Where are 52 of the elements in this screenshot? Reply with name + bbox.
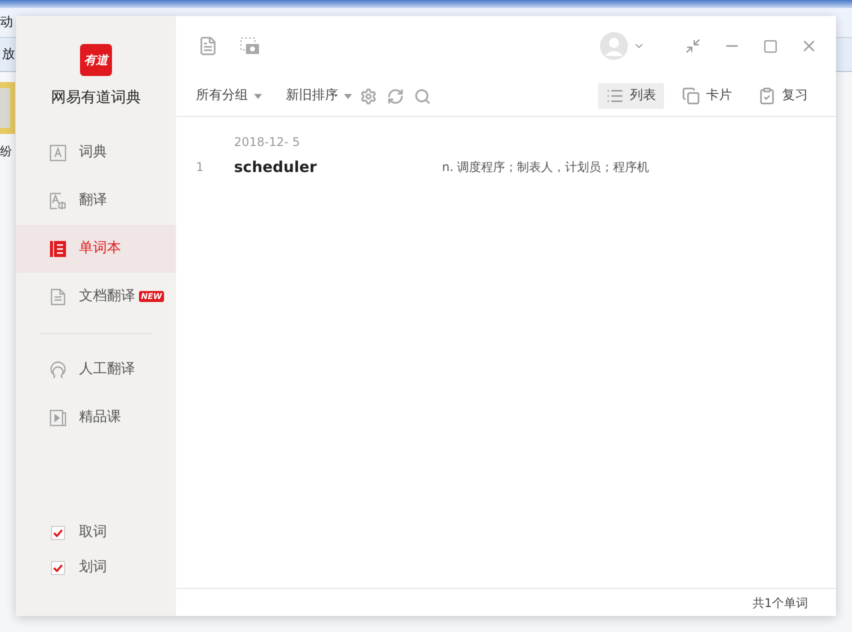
view-tab[interactable]: 复习	[750, 83, 816, 109]
check-icon	[53, 528, 63, 536]
sidebar-item[interactable]: 翻译	[16, 176, 176, 224]
list-icon	[606, 87, 624, 105]
headset-icon	[49, 360, 67, 378]
view-tab[interactable]: 卡片	[674, 83, 740, 109]
translate-icon	[49, 192, 67, 210]
check-icon	[53, 564, 63, 572]
caret-icon	[344, 94, 352, 98]
maximize-icon[interactable]	[763, 38, 778, 54]
sidebar-label: 文档翻译	[79, 287, 135, 306]
clipboard-check-icon	[758, 87, 776, 105]
sidebar-label: 精品课	[79, 408, 121, 427]
app-logo: 有道	[80, 44, 112, 76]
cards-icon	[682, 87, 700, 105]
compact-mode-icon[interactable]	[685, 38, 701, 54]
screenshot-icon[interactable]	[240, 37, 260, 55]
group-dropdown[interactable]: 所有分组	[196, 86, 262, 106]
word-count: 共1个单词	[752, 594, 808, 612]
letter-box-icon	[49, 144, 67, 162]
sidebar-item[interactable]: 文档翻译 NEW	[16, 272, 176, 320]
sidebar-item[interactable]: 精品课	[16, 394, 176, 442]
note-icon[interactable]	[198, 36, 218, 56]
checkbox[interactable]	[51, 560, 65, 574]
date-heading: 2018-12- 5	[234, 134, 301, 151]
app-name: 网易有道词典	[51, 87, 141, 108]
sidebar-label: 翻译	[79, 191, 107, 210]
settings-icon[interactable]	[360, 88, 377, 104]
sidebar-label: 词典	[79, 143, 107, 162]
menu-item[interactable]: 动	[0, 12, 13, 32]
sidebar-label: 人工翻译	[79, 360, 135, 379]
sidebar-item[interactable]: 词典	[16, 128, 176, 176]
new-badge: NEW	[139, 291, 164, 302]
video-icon	[49, 408, 67, 426]
search-icon[interactable]	[414, 88, 431, 104]
option-label: 取词	[79, 523, 107, 542]
book-icon	[49, 240, 67, 258]
toolbar-item[interactable]: 放	[2, 44, 15, 64]
sort-dropdown[interactable]: 新旧排序	[286, 86, 352, 106]
sidebar-item[interactable]: 人工翻译	[16, 346, 176, 394]
option-label: 划词	[79, 558, 107, 577]
word[interactable]: scheduler	[234, 156, 442, 178]
document-icon	[49, 288, 67, 306]
caret-icon	[254, 94, 262, 98]
definition: n. 调度程序；制表人，计划员；程序机	[442, 159, 650, 176]
sidebar-item[interactable]: 单词本	[16, 224, 176, 272]
view-tab[interactable]: 列表	[598, 83, 664, 109]
refresh-icon[interactable]	[387, 88, 404, 104]
file-label: 纷	[0, 143, 12, 160]
sidebar-label: 单词本	[79, 239, 121, 258]
checkbox[interactable]	[51, 526, 65, 540]
row-number: 1	[195, 159, 205, 176]
